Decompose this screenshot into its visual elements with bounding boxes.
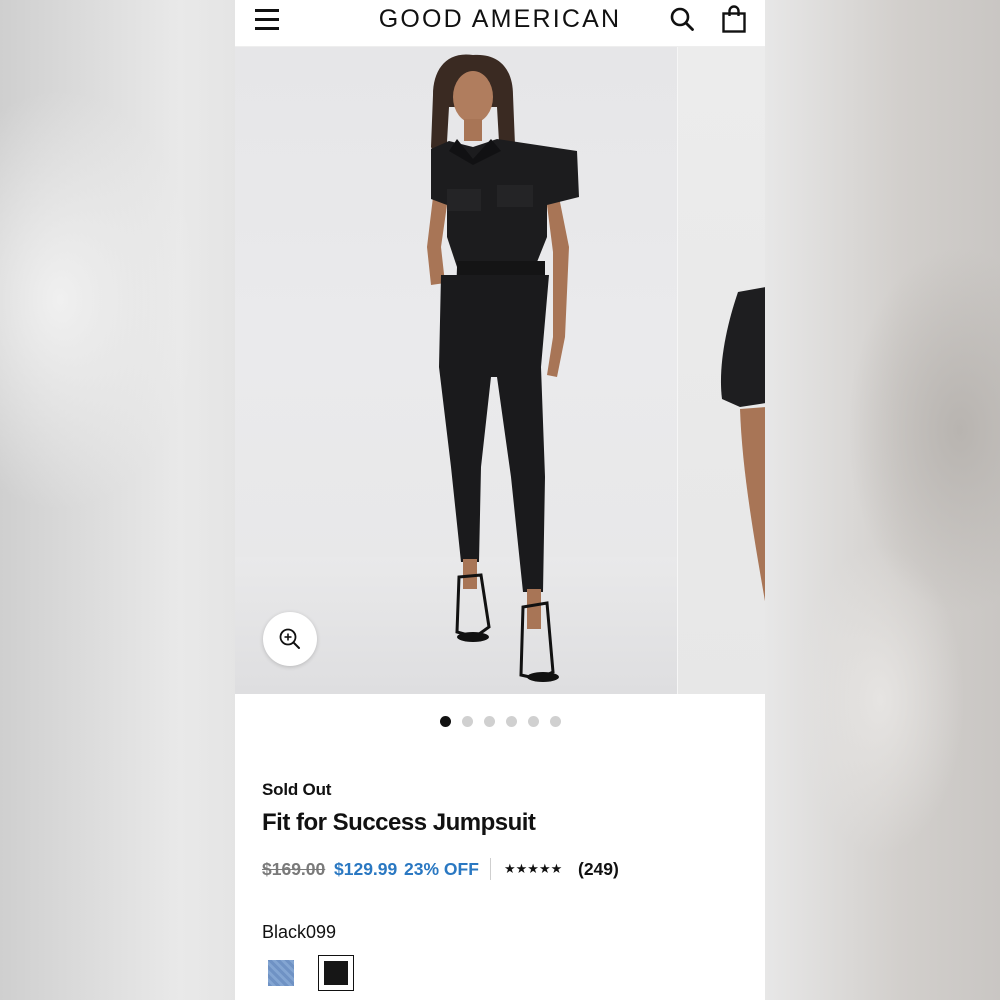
- zoom-in-icon: [279, 628, 300, 649]
- next-image-preview: [720, 287, 765, 602]
- discount-badge: 23% OFF: [404, 859, 479, 879]
- site-header: GOOD AMERICAN: [235, 0, 765, 47]
- review-count[interactable]: (249): [578, 859, 619, 880]
- product-image-main[interactable]: [235, 47, 677, 694]
- pagination-dot[interactable]: [505, 716, 517, 727]
- product-image-gallery[interactable]: [235, 47, 765, 694]
- pagination-dot[interactable]: [549, 716, 561, 727]
- stock-status: Sold Out: [262, 780, 332, 799]
- color-swatch-blue[interactable]: [263, 955, 299, 991]
- rating-stars[interactable]: ★★★★★: [504, 862, 562, 877]
- pagination-dot[interactable]: [483, 716, 495, 727]
- price-divider: [490, 858, 491, 880]
- original-price: $169.00: [262, 859, 326, 879]
- pagination-dot[interactable]: [527, 716, 539, 727]
- model-figure-image: [427, 54, 579, 682]
- selected-color-label: Black099: [262, 922, 337, 942]
- zoom-button[interactable]: [263, 612, 317, 666]
- search-icon[interactable]: [669, 6, 695, 32]
- product-title: Fit for Success Jumpsuit: [262, 809, 536, 836]
- mobile-page: GOOD AMERICAN Sold Out Fit for Success J…: [235, 0, 765, 1000]
- product-image-next[interactable]: [677, 47, 765, 694]
- color-swatch-black[interactable]: [318, 955, 354, 991]
- shopping-bag-icon[interactable]: [721, 4, 747, 34]
- pagination-dot[interactable]: [461, 716, 473, 727]
- sale-price: $129.99: [334, 859, 398, 879]
- gallery-pagination: [235, 716, 765, 728]
- pagination-dot[interactable]: [439, 716, 451, 727]
